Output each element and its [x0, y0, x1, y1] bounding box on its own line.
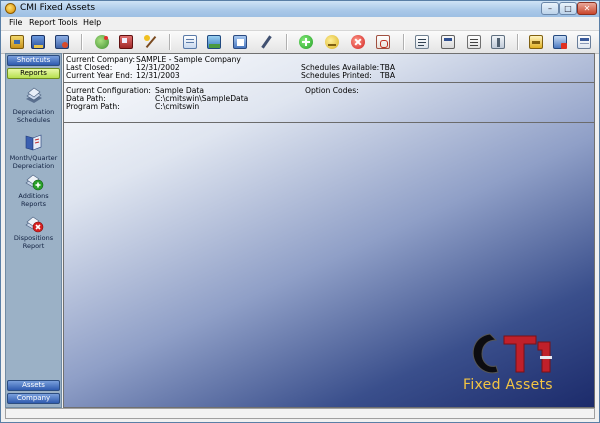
- main-panel: Current Company: SAMPLE - Sample Company…: [63, 53, 595, 408]
- year-end-label: Current Year End:: [66, 71, 133, 80]
- reports-button[interactable]: Reports: [7, 68, 60, 79]
- tools-icon[interactable]: [491, 35, 505, 49]
- menu-help[interactable]: Help: [83, 18, 101, 27]
- export-icon[interactable]: [529, 35, 543, 49]
- schedules-icon: [24, 86, 44, 106]
- title-bar[interactable]: CMI Fixed Assets – □ ✕: [1, 1, 599, 17]
- wand-icon[interactable]: [144, 35, 158, 49]
- logo-text: Fixed Assets: [463, 377, 553, 393]
- image-icon[interactable]: [207, 35, 221, 49]
- month-quarter-book-icon: [24, 132, 44, 152]
- sidebar-item-label: Month/Quarter Depreciation: [9, 154, 58, 170]
- option-codes-label: Option Codes:: [305, 86, 359, 95]
- asset-edit-icon[interactable]: [119, 35, 133, 49]
- toolbar-separator: [169, 34, 171, 50]
- sidebar-item-label: Dispositions Report: [13, 234, 54, 250]
- menu-report[interactable]: Report: [29, 18, 56, 27]
- menu-file[interactable]: File: [9, 18, 22, 27]
- program-path-value: C:\cmitswin: [155, 102, 200, 111]
- pen-icon[interactable]: [259, 35, 273, 49]
- app-icon[interactable]: [5, 3, 16, 14]
- schedules-printed-value: TBA: [380, 71, 396, 80]
- book-icon[interactable]: [31, 35, 45, 49]
- additions-icon: [24, 172, 44, 192]
- cmi-logo-icon: [462, 328, 582, 378]
- folder-icon[interactable]: [233, 35, 247, 49]
- delete-red-icon[interactable]: [351, 35, 365, 49]
- calendar-icon[interactable]: [553, 35, 567, 49]
- maximize-button[interactable]: □: [559, 2, 577, 15]
- document-icon[interactable]: [376, 35, 390, 49]
- menu-tools[interactable]: Tools: [58, 18, 78, 27]
- company-button[interactable]: Company: [7, 393, 60, 404]
- sidebar: Shortcuts Reports Depreciation Schedules…: [5, 53, 62, 408]
- asset-add-icon[interactable]: [95, 35, 109, 49]
- add-green-icon[interactable]: [299, 35, 313, 49]
- app-window: CMI Fixed Assets – □ ✕ File Report Tools…: [0, 0, 600, 423]
- toolbar-separator: [286, 34, 288, 50]
- toolbar-separator: [81, 34, 83, 50]
- program-path-label: Program Path:: [66, 102, 120, 111]
- dispositions-icon: [24, 214, 44, 234]
- divider: [64, 122, 594, 123]
- minimize-button[interactable]: –: [541, 2, 559, 15]
- report-icon[interactable]: [415, 35, 429, 49]
- close-button[interactable]: ✕: [577, 2, 597, 15]
- edit-yellow-icon[interactable]: [325, 35, 339, 49]
- year-end-value: 12/31/2003: [136, 71, 180, 80]
- divider: [64, 82, 594, 83]
- notebook-icon[interactable]: [183, 35, 197, 49]
- tax-icon[interactable]: [10, 35, 24, 49]
- shortcuts-button[interactable]: Shortcuts: [7, 55, 60, 66]
- schedules-printed-label: Schedules Printed:: [301, 71, 372, 80]
- toolbar: [1, 30, 599, 54]
- status-bar: [5, 408, 595, 419]
- sidebar-item-label: Additions Reports: [18, 192, 49, 208]
- sidebar-item-label: Depreciation Schedules: [12, 108, 55, 124]
- toolbar-separator: [403, 34, 405, 50]
- printer-doc-icon[interactable]: [467, 35, 481, 49]
- assets-button[interactable]: Assets: [7, 380, 60, 391]
- menu-bar: File Report Tools Help: [1, 17, 599, 29]
- window-title: CMI Fixed Assets: [20, 3, 96, 13]
- toolbar-separator: [517, 34, 519, 50]
- grid-icon[interactable]: [577, 35, 591, 49]
- state-icon[interactable]: [55, 35, 69, 49]
- sheet-icon[interactable]: [441, 35, 455, 49]
